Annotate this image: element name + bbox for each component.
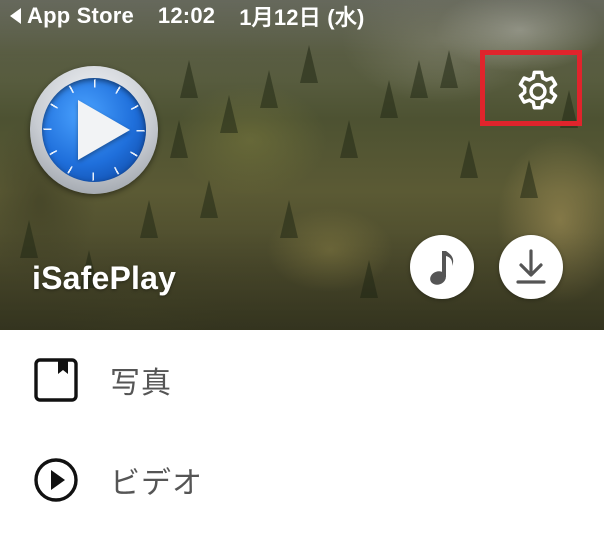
photo-book-icon bbox=[32, 356, 80, 404]
menu-item-videos[interactable]: ビデオ bbox=[0, 430, 604, 530]
download-button[interactable] bbox=[499, 235, 563, 299]
media-menu-list: 写真 ビデオ bbox=[0, 330, 604, 540]
play-circle-icon bbox=[32, 456, 80, 504]
back-label: App Store bbox=[27, 3, 134, 28]
download-icon bbox=[516, 249, 546, 284]
gear-icon bbox=[518, 70, 558, 110]
back-to-app-store[interactable]: App Store bbox=[10, 3, 134, 29]
status-bar: App Store 12:02 1月12日 (水) bbox=[0, 0, 604, 32]
music-note-icon bbox=[430, 251, 454, 285]
menu-item-label: 写真 bbox=[110, 366, 172, 401]
status-time: 12:02 bbox=[157, 3, 216, 28]
status-date: 1月12日 (水) bbox=[239, 5, 365, 30]
settings-button[interactable] bbox=[512, 67, 564, 119]
app-logo bbox=[30, 66, 158, 194]
menu-item-photos[interactable]: 写真 bbox=[0, 330, 604, 430]
app-title: iSafePlay bbox=[32, 260, 177, 296]
back-arrow-icon bbox=[10, 8, 21, 24]
menu-item-label: ビデオ bbox=[110, 466, 203, 501]
play-icon bbox=[78, 100, 130, 160]
music-button[interactable] bbox=[410, 235, 474, 299]
